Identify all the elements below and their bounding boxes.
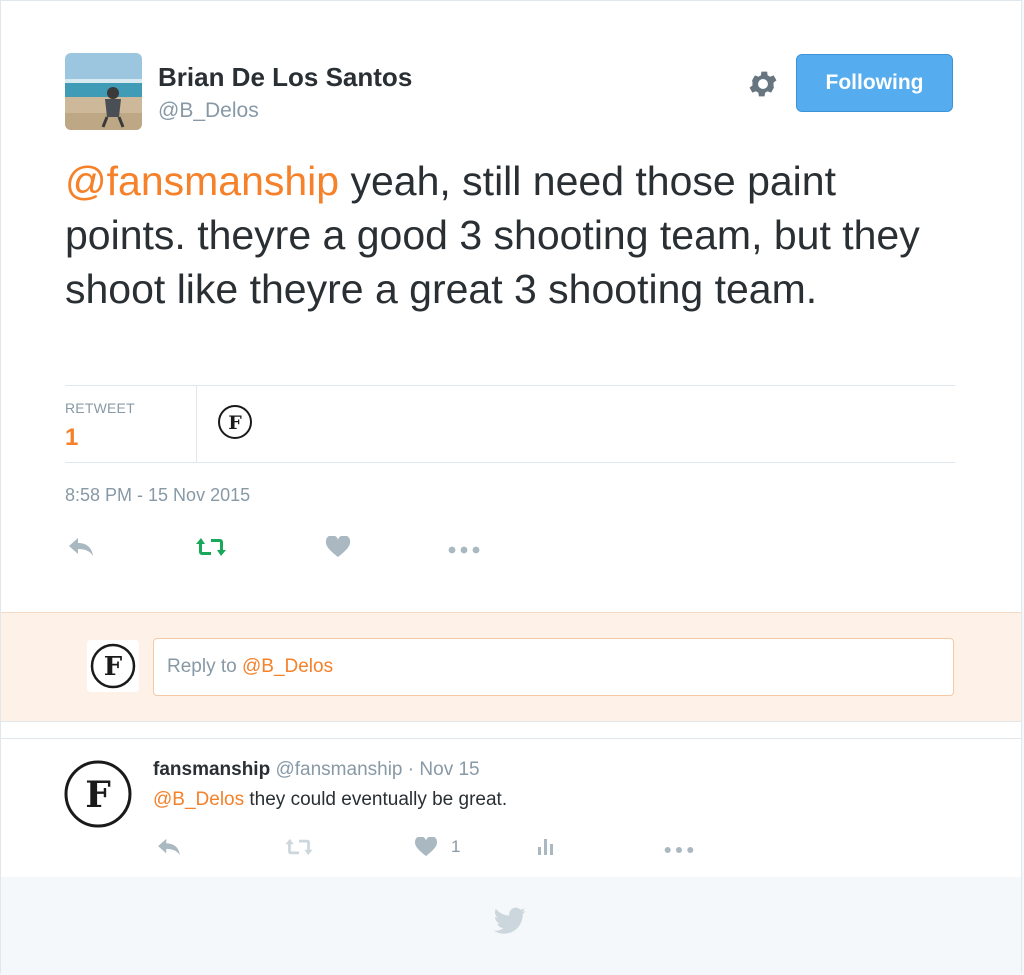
analytics-icon[interactable] <box>536 835 556 862</box>
reply-input[interactable]: Reply to @B_Delos <box>153 638 954 696</box>
heart-icon[interactable] <box>414 836 438 862</box>
reply-author-name[interactable]: fansmanship <box>153 759 270 780</box>
footer <box>1 877 1021 973</box>
stats-divider <box>196 386 197 462</box>
tweet-card: Brian De Los Santos @B_Delos Following @… <box>0 0 1022 973</box>
gear-icon[interactable] <box>746 67 780 101</box>
more-icon[interactable] <box>663 842 695 860</box>
reply-date[interactable]: Nov 15 <box>419 759 479 780</box>
reply-tweet[interactable]: F fansmanship @fansmanship · Nov 15 @B_D… <box>1 738 1021 878</box>
reply-icon[interactable] <box>156 837 182 862</box>
reply-mention: @B_Delos <box>241 656 334 677</box>
reply-author-handle[interactable]: @fansmanship <box>275 759 402 780</box>
like-count: 1 <box>451 837 461 856</box>
author-avatar[interactable] <box>65 53 142 130</box>
more-icon[interactable] <box>447 542 481 560</box>
retweet-label: RETWEET <box>65 400 135 416</box>
retweet-count[interactable]: 1 <box>65 424 78 452</box>
svg-text:F: F <box>85 774 111 816</box>
retweet-icon[interactable] <box>195 536 227 563</box>
tweet-stats: RETWEET 1 F <box>65 385 955 463</box>
reply-icon[interactable] <box>67 536 95 563</box>
heart-icon[interactable] <box>325 535 351 563</box>
svg-text:F: F <box>228 412 242 434</box>
reply-text: @B_Delos they could eventually be great. <box>153 789 507 811</box>
reply-placeholder: Reply to <box>167 656 242 677</box>
reply-text-body: they could eventually be great. <box>244 789 508 810</box>
current-user-avatar: F <box>87 640 139 692</box>
retweeter-avatar[interactable]: F <box>217 404 253 440</box>
following-button[interactable]: Following <box>796 54 953 112</box>
reply-composer: F Reply to @B_Delos <box>1 612 1021 722</box>
avatar-photo <box>65 53 142 130</box>
tweet-timestamp[interactable]: 8:58 PM - 15 Nov 2015 <box>65 485 250 506</box>
reply-header: fansmanship @fansmanship · Nov 15 <box>153 759 480 781</box>
retweet-icon[interactable] <box>284 837 314 862</box>
reply-author-avatar[interactable]: F <box>63 759 133 829</box>
svg-text:F: F <box>104 652 123 682</box>
author-handle[interactable]: @B_Delos <box>158 99 259 123</box>
tweet-mention-link[interactable]: @fansmanship <box>65 158 339 204</box>
tweet-text: @fansmanship yeah, still need those pain… <box>65 154 935 316</box>
twitter-bird-icon <box>494 907 526 935</box>
author-name[interactable]: Brian De Los Santos <box>158 62 412 93</box>
reply-separator: · <box>407 759 415 780</box>
reply-text-mention[interactable]: @B_Delos <box>153 789 244 810</box>
